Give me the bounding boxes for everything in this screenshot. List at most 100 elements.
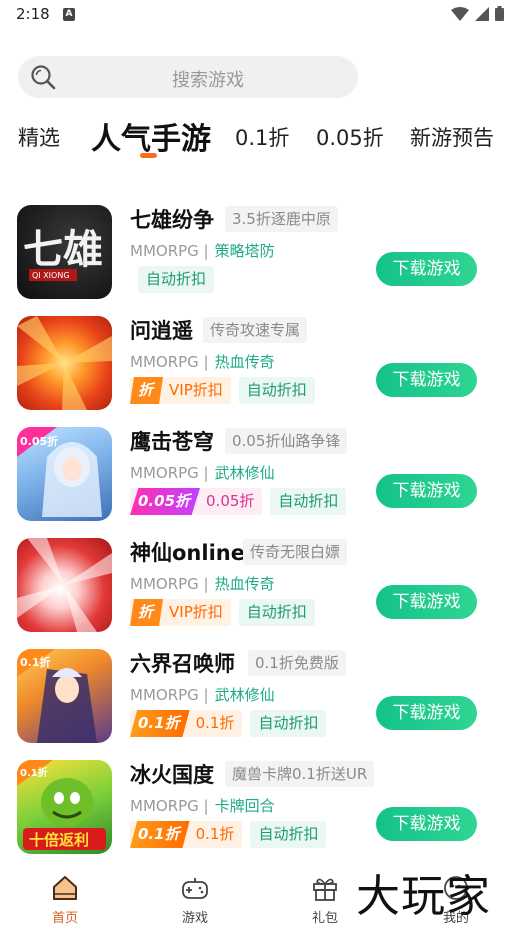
game-meta: MMORPG | 策略塔防 [130,240,275,261]
discount-badge: 折 [130,599,164,626]
discount-badge: 0.1折 [130,710,190,737]
list-item[interactable]: 十倍返利 0.1折 冰火国度 魔兽卡牌0.1折送UR MMORPG | 卡牌回合 … [0,745,522,856]
svg-text:QI XIONG: QI XIONG [32,271,70,280]
search-bar[interactable]: 搜索游戏 [18,56,358,98]
game-name: 六界召唤师 [130,652,235,676]
qixiong-logo: 七雄 QI XIONG [23,226,103,281]
status-time: 2:18 [16,5,50,23]
list-item[interactable]: 0.05折 鹰击苍穹 0.05折仙路争锋 MMORPG | 武林修仙 0.05折 0… [0,412,522,523]
tab-featured[interactable]: 精选 [18,122,60,152]
list-item[interactable]: 七雄 QI XIONG 七雄纷争 3.5折逐鹿中原 MMORPG | 策略塔防 自… [0,190,522,301]
discount-tag: 0.1折 0.1折 [130,710,243,737]
search-placeholder: 搜索游戏 [172,70,244,91]
game-thumbnail [17,538,112,632]
vip-discount-tag: 折 VIP折扣 [130,377,231,404]
game-name: 七雄纷争 [130,208,214,232]
game-name: 问逍遥 [130,319,193,343]
system-icons [451,6,504,21]
download-button[interactable]: 下载游戏 [376,474,477,508]
game-description: 魔兽卡牌0.1折送UR [225,761,375,787]
game-meta: MMORPG | 武林修仙 [130,684,275,705]
tag-row: 自动折扣 [138,266,215,293]
list-item[interactable]: 神仙online 传奇无限白嫖 MMORPG | 热血传奇 折 VIP折扣 自动折扣… [0,523,522,634]
home-icon [53,876,77,900]
discount-tag: 0.05折 0.05折 [130,488,263,515]
gamepad-icon [182,878,208,899]
tag-row: 0.05折 0.05折 自动折扣 [130,488,347,515]
download-button[interactable]: 下载游戏 [376,252,477,286]
game-genre: 武林修仙 [214,464,275,482]
game-meta: MMORPG | 卡牌回合 [130,795,275,816]
download-button[interactable]: 下载游戏 [376,585,477,619]
tab-0-1-discount[interactable]: 0.1折 [235,122,289,152]
watermark: 大玩家 [356,871,491,922]
game-type: MMORPG | [130,464,209,482]
auto-discount-tag: 自动折扣 [250,821,327,848]
game-description: 0.1折免费版 [248,650,346,676]
tab-upcoming[interactable]: 新游预告 [410,122,494,152]
thumb-corner-label: 0.1折 [20,766,48,779]
game-genre: 热血传奇 [214,353,275,371]
discount-badge: 折 [130,377,164,404]
auto-discount-tag: 自动折扣 [238,599,315,626]
game-thumbnail [17,316,112,410]
download-button[interactable]: 下载游戏 [376,696,477,730]
discount-label: 0.05折 [206,492,255,510]
game-name: 鹰击苍穹 [130,430,214,454]
game-genre: 策略塔防 [214,242,275,260]
nav-home[interactable]: 首页 [20,862,110,928]
tag-row: 折 VIP折扣 自动折扣 [130,599,315,626]
list-item[interactable]: 0.1折 六界召唤师 0.1折免费版 MMORPG | 武林修仙 0.1折 0.1折… [0,634,522,745]
character-art: 0.1折 [17,649,97,743]
tag-row: 0.1折 0.1折 自动折扣 [130,821,327,848]
download-button[interactable]: 下载游戏 [376,807,477,841]
battery-icon [495,6,504,21]
thumb-corner-label: 0.05折 [20,434,58,448]
status-bar: 2:18 A [0,0,522,30]
tag-row: 0.1折 0.1折 自动折扣 [130,710,327,737]
discount-label: VIP折扣 [169,603,223,621]
sim-icon: A [63,8,75,21]
download-button[interactable]: 下载游戏 [376,363,477,397]
gift-icon [313,878,337,901]
game-type: MMORPG | [130,575,209,593]
tab-popular[interactable]: 人气手游 [91,114,211,158]
discount-label: 0.1折 [195,714,235,732]
discount-badge: 0.05折 [130,488,201,515]
tag-row: 折 VIP折扣 自动折扣 [130,377,315,404]
vip-discount-tag: 折 VIP折扣 [130,599,231,626]
game-description: 0.05折仙路争锋 [225,428,348,454]
goblin-art: 十倍返利 0.1折 [17,760,106,850]
auto-discount-tag: 自动折扣 [238,377,315,404]
nav-games-label: 游戏 [181,911,208,926]
game-genre: 卡牌回合 [214,797,275,815]
game-name: 冰火国度 [130,763,214,787]
game-type: MMORPG | [130,242,209,260]
list-item[interactable]: 问逍遥 传奇攻速专属 MMORPG | 热血传奇 折 VIP折扣 自动折扣 下载游戏 [0,301,522,412]
svg-text:七雄: 七雄 [23,226,103,273]
game-genre: 武林修仙 [214,686,275,704]
burst-art [17,316,112,410]
game-description: 3.5折逐鹿中原 [225,206,338,232]
game-thumbnail: 十倍返利 0.1折 [17,760,112,854]
discount-badge: 0.1折 [130,821,190,848]
active-tab-indicator [140,153,157,158]
auto-discount-tag: 自动折扣 [250,710,327,737]
signal-icon [475,6,489,21]
auto-discount-tag: 自动折扣 [138,266,215,293]
game-name: 神仙online [130,541,245,565]
game-meta: MMORPG | 武林修仙 [130,462,275,483]
game-thumbnail: 0.1折 [17,649,112,743]
game-thumbnail: 七雄 QI XIONG [17,205,112,299]
nav-home-label: 首页 [51,911,78,926]
discount-tag: 0.1折 0.1折 [130,821,243,848]
game-description: 传奇无限白嫖 [243,539,348,565]
wifi-icon [451,6,469,21]
tab-0-05-discount[interactable]: 0.05折 [316,122,384,152]
burst-art [17,538,112,632]
thumb-corner-label: 0.1折 [20,655,51,669]
game-meta: MMORPG | 热血传奇 [130,573,275,594]
nav-games[interactable]: 游戏 [150,862,240,928]
thumb-banner: 十倍返利 [29,831,89,849]
discount-label: VIP折扣 [169,381,223,399]
